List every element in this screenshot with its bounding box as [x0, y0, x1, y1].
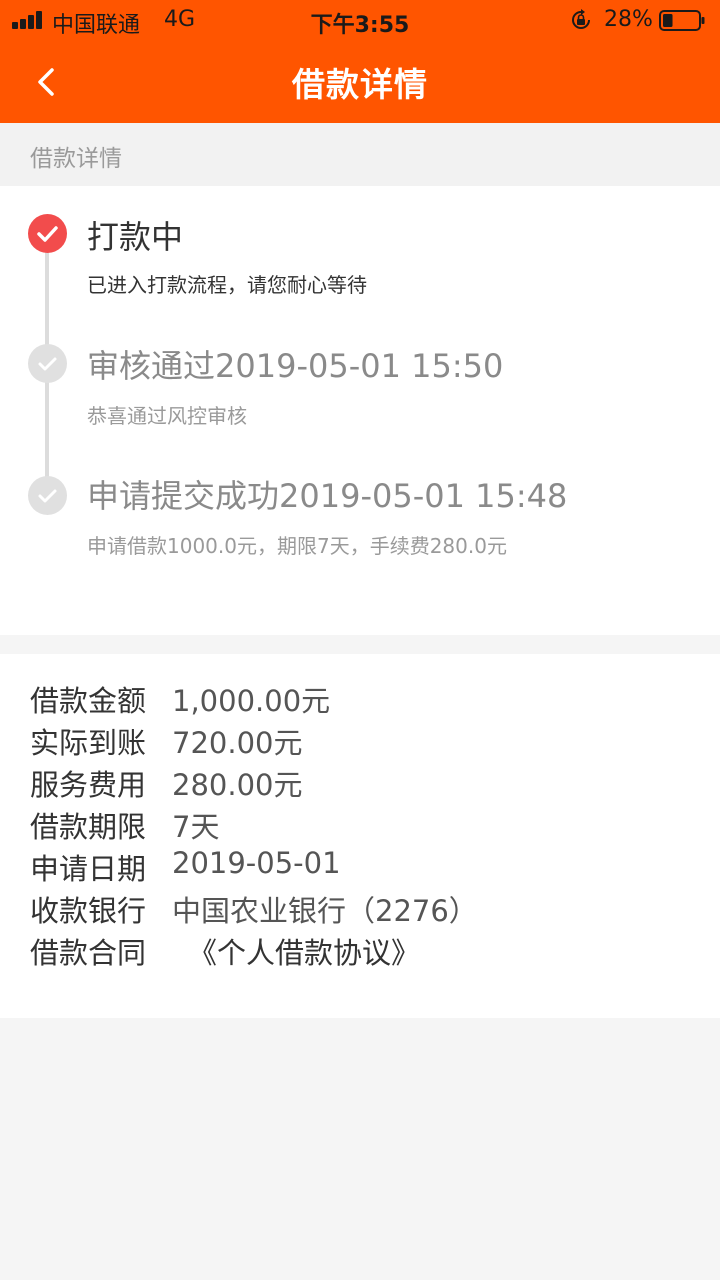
loan-details: 借款金额 1,000.00元 实际到账 720.00元 服务费用 280.00元… — [0, 654, 720, 1018]
battery-icon — [659, 10, 705, 31]
nav-bar: 借款详情 — [0, 40, 720, 123]
detail-label: 借款期限 — [30, 810, 147, 844]
contract-link[interactable]: 《个人借款协议》 — [188, 930, 420, 972]
detail-label: 服务费用 — [30, 768, 147, 802]
battery-percent: 28% — [604, 7, 653, 32]
check-circle-icon — [28, 344, 67, 383]
orientation-lock-icon — [572, 9, 590, 29]
section-header: 借款详情 — [0, 123, 720, 186]
detail-value: 280.00元 — [172, 768, 303, 802]
status-timeline: 打款中 已进入打款流程，请您耐心等待 审核通过2019-05-01 15:50 … — [0, 186, 720, 635]
detail-label: 申请日期 — [30, 852, 147, 886]
check-circle-icon — [28, 476, 67, 515]
detail-value: 720.00元 — [172, 726, 303, 760]
detail-label: 收款银行 — [30, 894, 147, 928]
timeline-step-title: 申请提交成功2019-05-01 15:48 — [87, 477, 568, 515]
timeline-step-title: 打款中 — [87, 218, 184, 256]
detail-value: 1,000.00元 — [172, 684, 331, 718]
section-header-label: 借款详情 — [30, 146, 122, 172]
status-bar: 中国联通 4G 下午3:55 28% — [0, 0, 720, 40]
detail-value: 中国农业银行（2276） — [172, 894, 478, 928]
detail-value: 2019-05-01 — [172, 846, 341, 880]
timeline-step-subtitle: 恭喜通过风控审核 — [87, 404, 247, 428]
timeline-step-subtitle: 已进入打款流程，请您耐心等待 — [87, 273, 367, 297]
check-circle-active-icon — [28, 214, 67, 253]
timeline-step-subtitle: 申请借款1000.0元，期限7天，手续费280.0元 — [87, 534, 507, 558]
detail-label: 借款金额 — [30, 684, 147, 718]
timeline-step-title: 审核通过2019-05-01 15:50 — [87, 347, 504, 385]
detail-label: 实际到账 — [30, 726, 147, 760]
page-title: 借款详情 — [292, 65, 428, 104]
detail-value: 7天 — [172, 810, 220, 844]
detail-label: 借款合同 — [30, 936, 147, 970]
